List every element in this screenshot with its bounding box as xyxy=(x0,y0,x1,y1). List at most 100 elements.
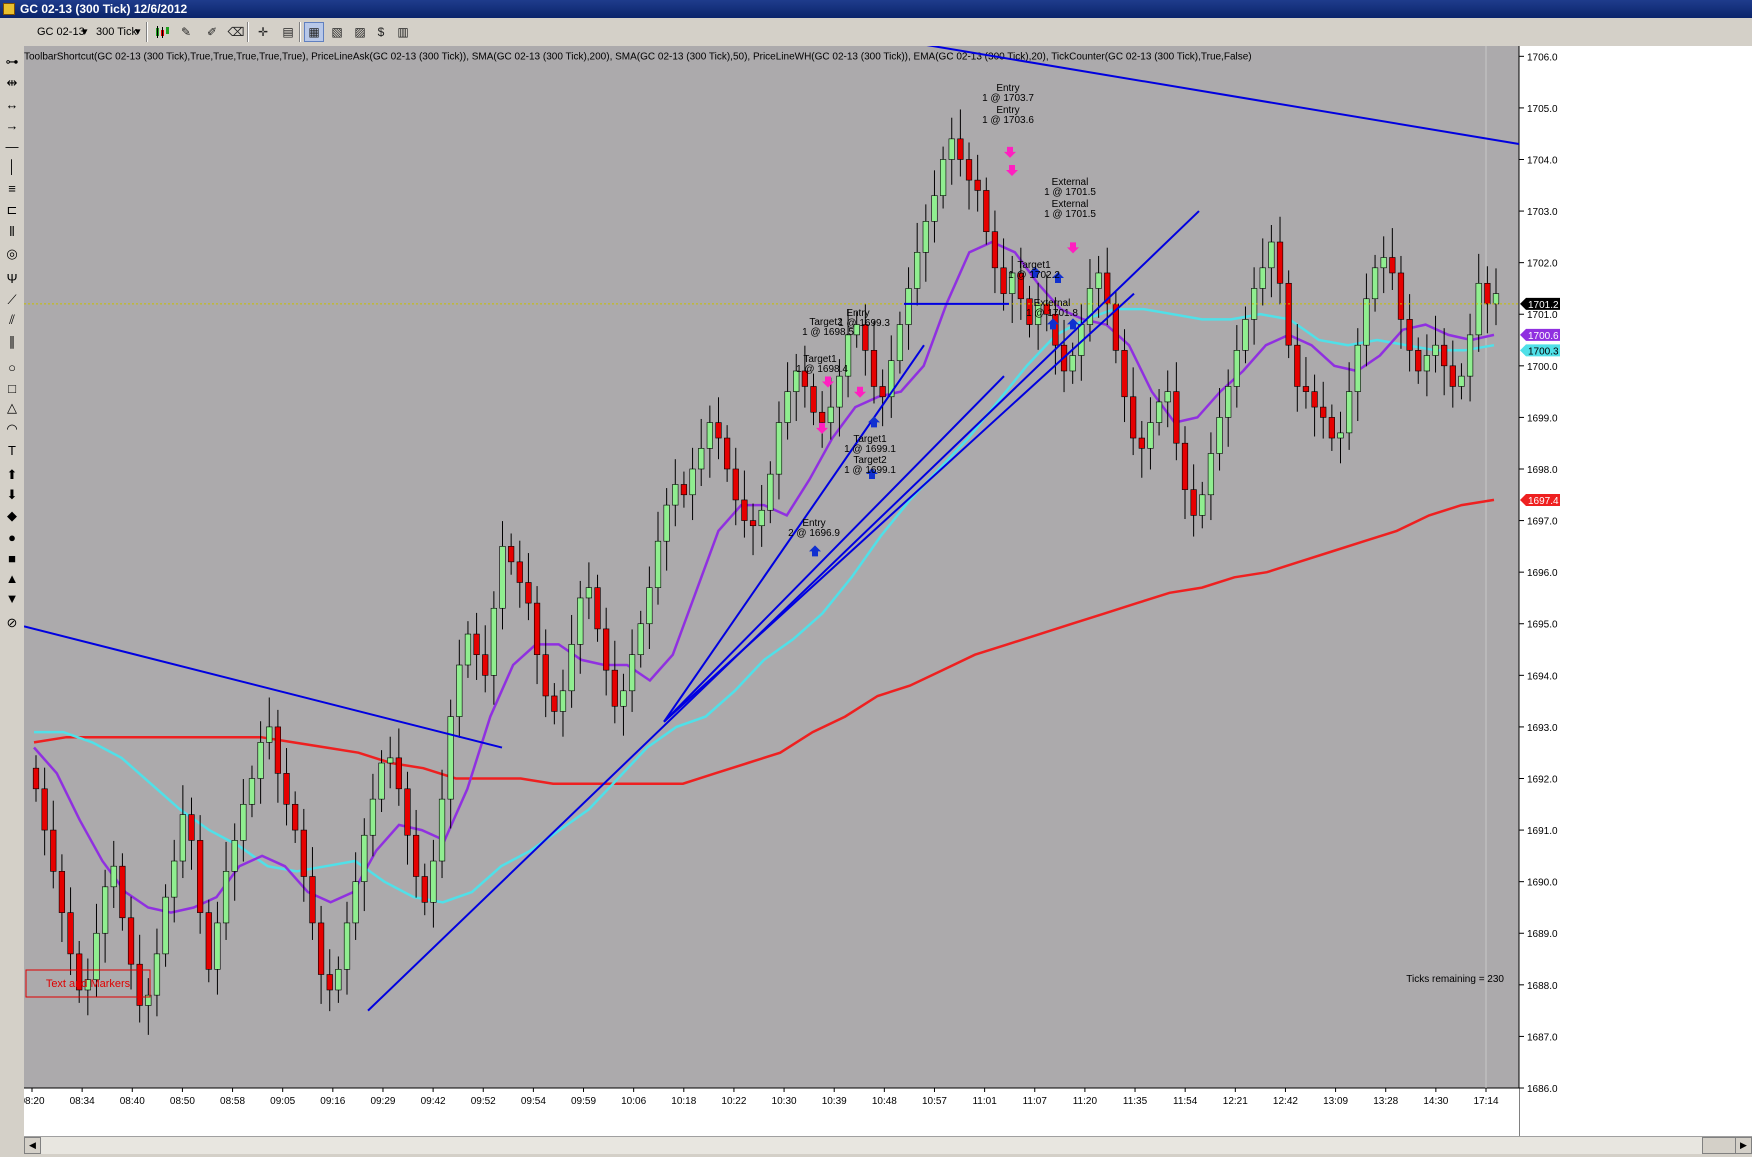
candle-body xyxy=(1069,355,1076,372)
candle-body xyxy=(1484,282,1491,305)
ray-icon[interactable]: ⇹ xyxy=(2,73,22,93)
dot-line-icon[interactable]: ⊶ xyxy=(2,52,22,72)
andrews-pitchfork-icon[interactable]: Ψ xyxy=(2,268,22,288)
dot-icon[interactable]: ● xyxy=(2,527,22,547)
candle-body xyxy=(490,607,497,676)
fib-time-icon[interactable]: ⦀ xyxy=(2,222,22,242)
text-icon[interactable]: T xyxy=(2,440,22,460)
x-tick-label: 13:09 xyxy=(1323,1096,1348,1107)
y-tick-label: 1686.0 xyxy=(1527,1084,1558,1095)
y-tick-label: 1692.0 xyxy=(1527,774,1558,785)
data-box-icon[interactable]: ▤ xyxy=(278,22,298,42)
diamond-icon[interactable]: ◆ xyxy=(2,506,22,526)
fib-extension-icon[interactable]: ⊏ xyxy=(2,200,22,220)
candle-body xyxy=(870,350,878,387)
delete-icon[interactable]: ⌫ xyxy=(226,22,246,42)
scroll-left-icon[interactable]: ◀ xyxy=(24,1137,41,1154)
x-tick-label: 09:29 xyxy=(370,1096,395,1107)
gann-fan-icon[interactable]: ⟋ xyxy=(2,290,22,310)
toolbar-separator xyxy=(247,22,249,42)
y-tick-label: 1706.0 xyxy=(1527,52,1558,63)
candle-body xyxy=(378,762,385,800)
candle-body xyxy=(1328,417,1335,439)
candle-body xyxy=(1415,350,1422,372)
candle-body xyxy=(749,520,757,527)
candle-body xyxy=(594,587,601,630)
candle-body xyxy=(214,922,221,970)
horizontal-line-icon[interactable]: ― xyxy=(2,136,22,156)
instrument-selector[interactable]: GC 02-13 xyxy=(37,23,85,41)
candle-body xyxy=(680,484,688,496)
candle-body xyxy=(179,814,186,862)
candle-body xyxy=(266,726,273,743)
properties-icon[interactable]: ✐ xyxy=(202,22,222,42)
candle-body xyxy=(646,587,653,625)
x-tick-label: 12:42 xyxy=(1273,1096,1298,1107)
triangle-down-icon[interactable]: ▼ xyxy=(2,588,22,608)
x-tick-label: 11:20 xyxy=(1073,1096,1098,1107)
candle-body xyxy=(421,876,428,903)
fib-circle-icon[interactable]: ◎ xyxy=(2,244,22,264)
chevron-down-icon[interactable]: ▾ xyxy=(82,23,88,41)
candle-body xyxy=(1190,489,1197,516)
bar-chart-icon[interactable]: ▦ xyxy=(304,22,324,42)
candle-body xyxy=(724,437,731,470)
trade-annotation: 1 @ 1701.5 xyxy=(1044,187,1096,198)
candle-body xyxy=(1259,267,1266,289)
triangle-up-icon[interactable]: ▲ xyxy=(2,568,22,588)
candle-body xyxy=(1294,344,1301,387)
arrow-line-icon[interactable]: → xyxy=(2,115,22,135)
candle-body xyxy=(171,860,178,898)
triangle-icon[interactable]: △ xyxy=(2,398,22,418)
fibonacci-icon[interactable]: ≡ xyxy=(2,178,22,198)
chart-settings-icon[interactable]: ▧ xyxy=(327,22,347,42)
arrow-down-icon[interactable]: ⬇ xyxy=(2,485,22,505)
extended-line-icon[interactable]: ↔ xyxy=(2,94,22,114)
x-tick-label: 10:39 xyxy=(822,1096,847,1107)
performance-icon[interactable]: ▨ xyxy=(350,22,370,42)
arc-icon[interactable]: ◠ xyxy=(2,419,22,439)
channel-icon[interactable]: ∥ xyxy=(2,332,22,352)
price-chart[interactable]: ToolbarShortcut(GC 02-13 (300 Tick),True… xyxy=(24,46,1752,1136)
regression-channel-icon[interactable]: ⫽ xyxy=(2,310,22,330)
candle-body xyxy=(1130,396,1137,439)
candle-body xyxy=(1225,386,1232,418)
ellipse-icon[interactable]: ○ xyxy=(2,357,22,377)
x-tick-label: 10:22 xyxy=(721,1096,746,1107)
candle-body xyxy=(551,695,558,712)
pencil-icon[interactable]: ✎ xyxy=(176,22,196,42)
x-tick-label: 09:54 xyxy=(521,1096,546,1107)
candle-body xyxy=(784,391,791,423)
chevron-down-icon[interactable]: ▾ xyxy=(135,23,141,41)
price-tag-ema20-label: 1700.6 xyxy=(1528,331,1559,342)
rectangle-icon[interactable]: □ xyxy=(2,378,22,398)
scroll-right-icon[interactable]: ▶ xyxy=(1735,1137,1752,1154)
dollar-icon[interactable]: $ xyxy=(371,22,391,42)
remove-all-icon[interactable]: ⊘ xyxy=(2,613,22,633)
candle-body xyxy=(292,803,299,831)
candle-body xyxy=(1095,272,1102,289)
order-entry-icon[interactable]: ▥ xyxy=(393,22,413,42)
candle-body xyxy=(1432,344,1439,356)
square-icon[interactable]: ■ xyxy=(2,548,22,568)
candle-body xyxy=(110,865,117,888)
trade-annotation: 1 @ 1701.5 xyxy=(1044,209,1096,220)
vertical-line-icon[interactable]: │ xyxy=(2,156,22,176)
candle-body xyxy=(404,788,411,836)
horizontal-scrollbar[interactable]: ◀ ▶ xyxy=(24,1136,1752,1154)
crosshair-icon[interactable]: ✛ xyxy=(253,22,273,42)
y-tick-label: 1703.0 xyxy=(1527,207,1558,218)
candle-body xyxy=(732,468,739,501)
arrow-up-icon[interactable]: ⬆ xyxy=(2,465,22,485)
candle-body xyxy=(663,504,670,542)
candle-body xyxy=(240,803,247,841)
period-selector[interactable]: 300 Tick xyxy=(96,23,137,41)
candle-body xyxy=(1466,334,1474,377)
x-tick-label: 09:42 xyxy=(421,1096,446,1107)
candle-body xyxy=(395,757,402,790)
candlestick-icon[interactable] xyxy=(152,22,172,42)
candle-body xyxy=(1441,344,1448,367)
candle-body xyxy=(162,896,169,955)
candle-body xyxy=(413,834,420,877)
app-icon xyxy=(3,3,15,15)
